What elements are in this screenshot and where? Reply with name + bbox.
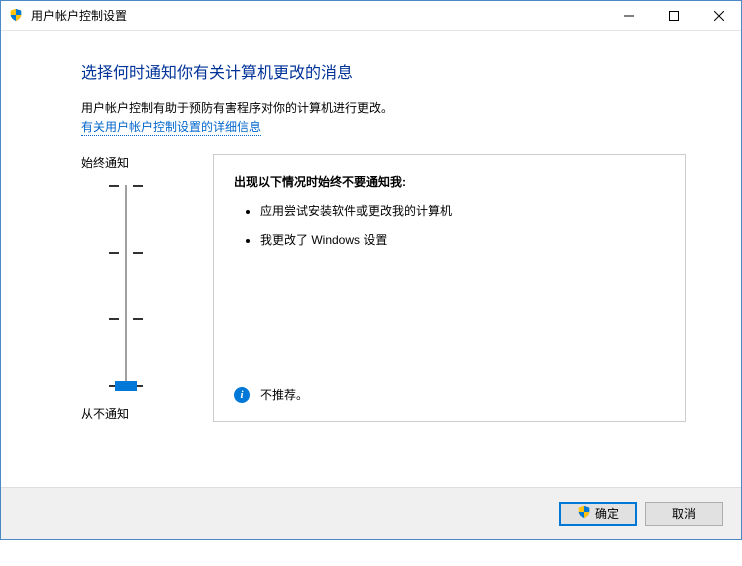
slider-line	[125, 185, 127, 387]
window-title: 用户帐户控制设置	[31, 7, 127, 24]
slider-bottom-label: 从不通知	[81, 405, 129, 422]
info-footer: i 不推荐。	[234, 386, 665, 407]
cancel-button[interactable]: 取消	[645, 502, 723, 526]
info-panel: 出现以下情况时始终不要通知我: 应用尝试安装软件或更改我的计算机 我更改了 Wi…	[213, 154, 686, 422]
slider-top-label: 始终通知	[81, 154, 129, 171]
ok-button-label: 确定	[595, 505, 619, 522]
ok-button[interactable]: 确定	[559, 502, 637, 526]
info-list: 应用尝试安装软件或更改我的计算机 我更改了 Windows 设置	[234, 202, 665, 260]
info-icon: i	[234, 387, 250, 403]
cancel-button-label: 取消	[672, 505, 696, 522]
recommendation-text: 不推荐。	[260, 386, 308, 403]
info-item: 我更改了 Windows 设置	[260, 231, 665, 248]
notification-slider[interactable]	[96, 177, 156, 395]
info-heading: 出现以下情况时始终不要通知我:	[234, 173, 665, 190]
button-bar: 确定 取消	[1, 487, 741, 539]
main-area: 始终通知 从不通知 出现以下情况时始终不要通知我: 应用尝试安装软件或更改我的计…	[81, 154, 686, 422]
slider-thumb[interactable]	[115, 381, 137, 391]
slider-tick	[109, 252, 143, 254]
titlebar: 用户帐户控制设置	[1, 1, 741, 31]
content-area: 选择何时通知你有关计算机更改的消息 用户帐户控制有助于预防有害程序对你的计算机进…	[1, 31, 741, 487]
info-item: 应用尝试安装软件或更改我的计算机	[260, 202, 665, 219]
shield-icon	[577, 505, 591, 522]
learn-more-link[interactable]: 有关用户帐户控制设置的详细信息	[81, 118, 261, 136]
close-button[interactable]	[696, 1, 741, 30]
slider-column: 始终通知 从不通知	[81, 154, 171, 422]
slider-tick	[109, 318, 143, 320]
minimize-button[interactable]	[606, 1, 651, 30]
page-description: 用户帐户控制有助于预防有害程序对你的计算机进行更改。	[81, 99, 686, 116]
maximize-button[interactable]	[651, 1, 696, 30]
slider-tick	[109, 185, 143, 187]
uac-settings-window: 用户帐户控制设置 选择何时通知你有关计算机更改的消息 用户帐户控制有助于预防有害…	[0, 0, 742, 540]
shield-icon	[9, 8, 25, 24]
page-title: 选择何时通知你有关计算机更改的消息	[81, 59, 686, 83]
